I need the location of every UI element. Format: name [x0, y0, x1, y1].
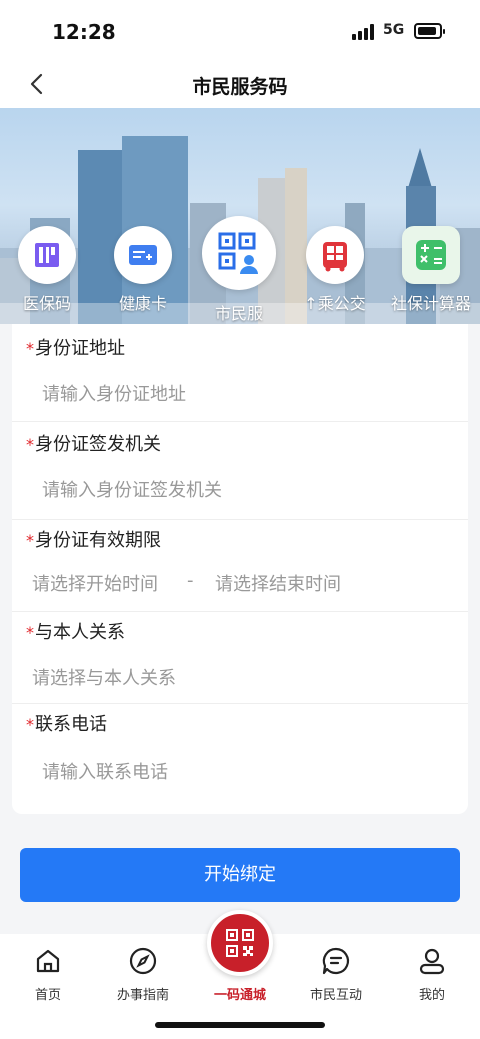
id-address-field: *身份证地址 请输入身份证地址: [12, 324, 468, 422]
home-icon: [33, 946, 63, 976]
start-date-picker[interactable]: 请选择开始时间: [32, 570, 158, 596]
nav-bar: 市民服务码: [0, 60, 480, 108]
citizen-service-code-icon: [202, 216, 276, 290]
social-security-calculator-icon: [402, 226, 460, 284]
signal-icon: [352, 24, 376, 40]
medical-insurance-code-icon: [18, 226, 76, 284]
status-bar: 12:28 5G: [0, 0, 480, 60]
user-icon: [417, 946, 447, 976]
field-label: *身份证签发机关: [26, 434, 161, 455]
id-address-input[interactable]: 请输入身份证地址: [42, 380, 186, 406]
page-title: 市民服务码: [192, 76, 288, 98]
tab-citizen-interaction[interactable]: 市民互动: [296, 944, 376, 1004]
network-type: 5G: [383, 22, 405, 38]
service-shortcuts: 医保码 健康卡 市民服 ↑乘公交 社保计算器: [0, 216, 480, 324]
end-date-picker[interactable]: 请选择结束时间: [215, 570, 341, 596]
tab-label: 市民互动: [309, 988, 362, 1003]
qr-code-icon[interactable]: [207, 910, 273, 976]
health-card-icon: [114, 226, 172, 284]
field-label: *联系电话: [26, 714, 107, 735]
compass-icon: [128, 946, 158, 976]
id-validity-field: *身份证有效期限 请选择开始时间 - 请选择结束时间: [12, 520, 468, 612]
service-label: 社保计算器: [390, 294, 471, 313]
service-label: 健康卡: [118, 294, 167, 313]
relation-field: *与本人关系 请选择与本人关系: [12, 612, 468, 704]
field-label: *身份证有效期限: [26, 530, 161, 551]
phone-input[interactable]: 请输入联系电话: [42, 758, 168, 784]
chat-icon: [321, 946, 351, 976]
field-label: *与本人关系: [26, 622, 125, 643]
required-mark: *: [26, 339, 34, 358]
service-label: ↑乘公交: [304, 294, 366, 313]
tab-label: 首页: [34, 988, 61, 1003]
id-issuer-field: *身份证签发机关 请输入身份证签发机关: [12, 422, 468, 520]
tab-guide[interactable]: 办事指南: [103, 944, 183, 1004]
service-health-card[interactable]: 健康卡: [98, 218, 188, 324]
required-mark: *: [26, 531, 34, 550]
service-label: 市民服: [214, 304, 263, 323]
required-mark: *: [26, 435, 34, 454]
required-mark: *: [26, 715, 34, 734]
service-bus-ride[interactable]: ↑乘公交: [290, 218, 380, 324]
service-citizen-code[interactable]: 市民服: [194, 216, 284, 324]
battery-icon: [414, 23, 445, 39]
status-time: 12:28: [52, 20, 116, 44]
service-label: 医保码: [22, 294, 71, 313]
home-indicator: [155, 1022, 325, 1028]
tab-home[interactable]: 首页: [8, 944, 88, 1004]
required-mark: *: [26, 623, 34, 642]
date-separator: -: [187, 570, 194, 591]
field-label: *身份证地址: [26, 338, 125, 359]
start-binding-button[interactable]: 开始绑定: [20, 848, 460, 902]
tab-label: 办事指南: [116, 988, 169, 1003]
relation-select[interactable]: 请选择与本人关系: [32, 664, 176, 690]
service-medical-insurance-code[interactable]: 医保码: [2, 218, 92, 324]
tab-label: 我的: [418, 988, 445, 1003]
tab-mine[interactable]: 我的: [392, 944, 472, 1004]
phone-field: *联系电话 请输入联系电话: [12, 704, 468, 814]
bus-ride-icon: [306, 226, 364, 284]
id-issuer-input[interactable]: 请输入身份证签发机关: [42, 476, 222, 502]
binding-form: *身份证地址 请输入身份证地址 *身份证签发机关 请输入身份证签发机关 *身份证…: [12, 324, 468, 814]
service-social-security-calculator[interactable]: 社保计算器: [386, 218, 476, 324]
tab-label: 一码通城: [213, 988, 266, 1003]
